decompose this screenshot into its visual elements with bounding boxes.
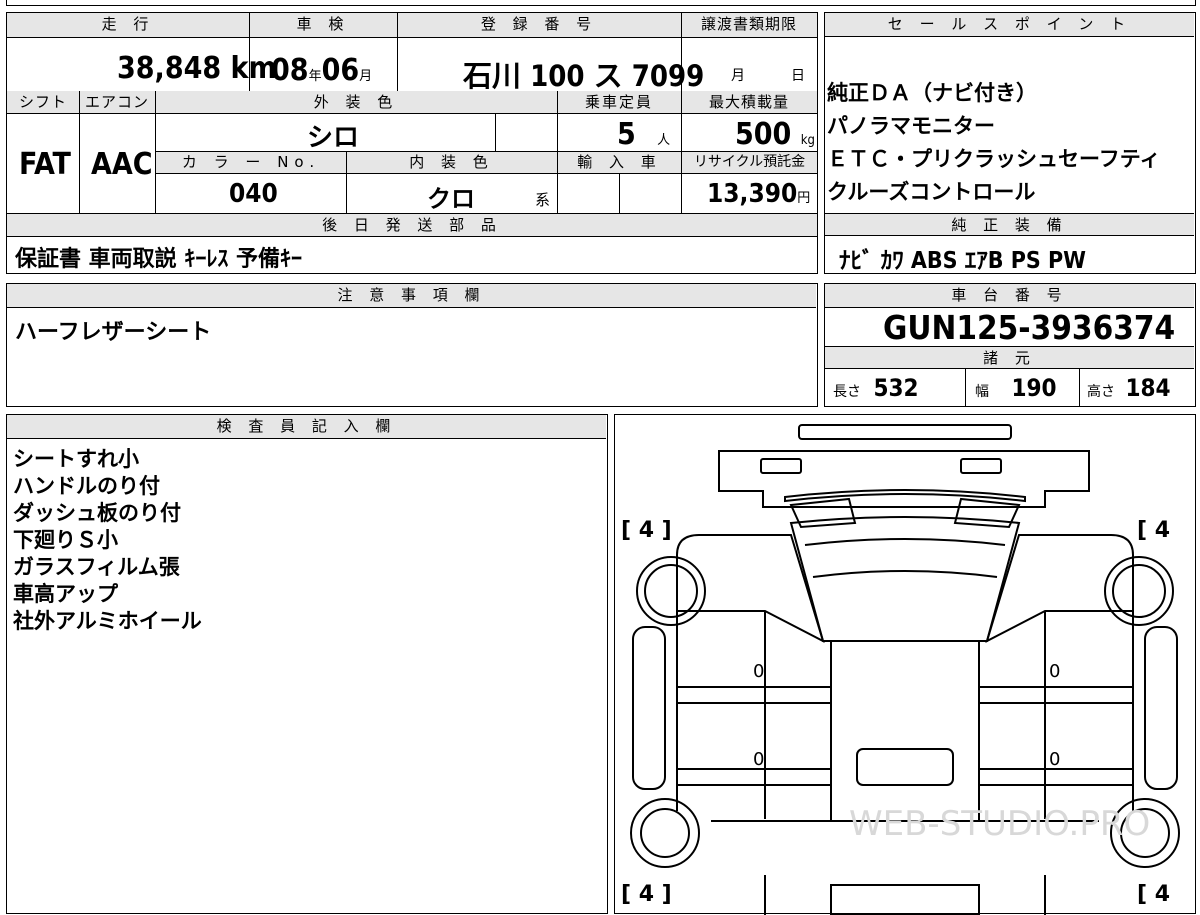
mileage-value: 38,848 — [117, 51, 222, 86]
inspector-note: ダッシュ板のり付 — [13, 501, 181, 525]
panel-mark: 0 — [1049, 749, 1060, 770]
tire-mark-br: [ 4 — [1137, 882, 1170, 907]
later-parts-value: 保証書 車両取説 ｷｰﾚｽ 予備ｷｰ — [15, 247, 302, 272]
vehicle-diagram-box: [ 4 ] [ 4 [ 4 ] [ 4 0 0 0 0 WEB-STUDIO.P… — [614, 414, 1196, 915]
vehicle-info-table: 走 行 車 検 登 録 番 号 譲渡書類期限 38,848 km 08年06月 … — [6, 12, 818, 274]
width-value: 190 — [1011, 374, 1057, 402]
inspector-note: 社外アルミホイール — [13, 609, 202, 633]
inspector-note: ガラスフィルム張 — [13, 555, 180, 579]
width-label: 幅 — [975, 384, 989, 400]
sales-point-line: ＥＴＣ・プリクラッシュセーフティ — [827, 147, 1161, 171]
recycle-unit: 円 — [797, 191, 811, 206]
equipment-value: ﾅﾋﾞ ｶﾜ ABS ｴｱB PS PW — [839, 248, 1087, 274]
inspector-note: 車高アップ — [13, 582, 118, 606]
interior-value: クロ — [427, 185, 475, 213]
registration-value: 石川 100 ス 7099 — [463, 59, 705, 93]
notes-value: ハーフレザーシート — [15, 320, 212, 345]
inspection-label: 車 検 — [249, 13, 397, 37]
top-strip-remnant — [6, 0, 1196, 6]
color-no-label: カ ラ ー No. — [156, 152, 346, 173]
tire-mark-tr: [ 4 — [1137, 518, 1170, 543]
capacity-value: 5 — [617, 117, 636, 152]
inspector-note: 下廻りＳ小 — [13, 528, 118, 552]
chassis-number: GUN125-3936374 — [883, 308, 1176, 347]
transfer-label: 譲渡書類期限 — [681, 13, 817, 37]
transfer-day: 日 — [791, 68, 805, 84]
inspector-label: 検 査 員 記 入 欄 — [7, 415, 606, 439]
load-label: 最大積載量 — [681, 91, 817, 113]
month-unit: 月 — [359, 69, 373, 84]
chassis-box: 車 台 番 号 GUN125-3936374 諸 元 長さ 532 幅 190 … — [824, 283, 1196, 407]
inspector-note: ハンドルのり付 — [13, 474, 160, 498]
aircon-value: AAC — [91, 147, 153, 182]
mileage-label: 走 行 — [7, 13, 249, 37]
height-value: 184 — [1125, 374, 1171, 402]
transfer-month: 月 — [731, 68, 745, 84]
interior-label: 内 装 色 — [346, 152, 557, 173]
sales-point-line: クルーズコントロール — [827, 180, 1036, 204]
color-no-value: 040 — [229, 179, 278, 209]
sales-point-line: 純正ＤＡ（ナビ付き） — [827, 81, 1037, 105]
import-label: 輸 入 車 — [558, 152, 681, 173]
inspection-year: 08 — [271, 53, 309, 88]
sales-point-line: パノラマモニター — [827, 114, 995, 138]
sales-point-list: 純正ＤＡ（ナビ付き） パノラマモニター ＥＴＣ・プリクラッシュセーフティ クルー… — [827, 77, 1160, 209]
load-unit: kg — [800, 133, 815, 148]
tire-mark-tl: [ 4 ] — [621, 518, 672, 543]
tire-mark-bl: [ 4 ] — [621, 882, 672, 907]
year-unit: 年 — [308, 69, 322, 84]
length-value: 532 — [873, 374, 919, 402]
panel-mark: 0 — [753, 661, 764, 682]
shift-value: FAT — [19, 147, 71, 182]
capacity-unit: 人 — [657, 133, 671, 148]
exterior-value: シロ — [307, 123, 360, 153]
exterior-label: 外 装 色 — [155, 91, 557, 113]
mileage-unit: km — [230, 51, 277, 86]
sales-point-box: セ ー ル ス ポ イ ン ト 純正ＤＡ（ナビ付き） パノラマモニター ＥＴＣ・… — [824, 12, 1196, 274]
shift-label: シフト — [7, 91, 79, 113]
notes-box: 注 意 事 項 欄 ハーフレザーシート — [6, 283, 818, 407]
equipment-label: 純 正 装 備 — [825, 214, 1194, 236]
vehicle-damage-diagram: [ 4 ] [ 4 [ 4 ] [ 4 0 0 0 0 WEB-STUDIO.P… — [621, 424, 1180, 915]
panel-mark: 0 — [753, 749, 764, 770]
inspection-month: 06 — [321, 53, 360, 88]
inspector-box: 検 査 員 記 入 欄 シートすれ小 ハンドルのり付 ダッシュ板のり付 下廻りＳ… — [6, 414, 608, 914]
chassis-label: 車 台 番 号 — [825, 284, 1194, 308]
later-parts-label: 後 日 発 送 部 品 — [7, 214, 817, 236]
inspector-notes-list: シートすれ小 ハンドルのり付 ダッシュ板のり付 下廻りＳ小 ガラスフィルム張 車… — [13, 443, 202, 633]
capacity-label: 乗車定員 — [557, 91, 681, 113]
spec-label: 諸 元 — [825, 347, 1194, 369]
sales-point-label: セ ー ル ス ポ イ ン ト — [825, 13, 1194, 37]
inspector-note: シートすれ小 — [13, 447, 139, 471]
recycle-value: 13,390 — [707, 179, 798, 209]
length-label: 長さ — [833, 384, 861, 400]
recycle-label: リサイクル預託金 — [682, 152, 817, 173]
aircon-label: エアコン — [79, 91, 155, 113]
watermark: WEB-STUDIO.PRO — [849, 804, 1150, 844]
height-label: 高さ — [1087, 384, 1115, 400]
load-value: 500 — [735, 117, 792, 152]
notes-label: 注 意 事 項 欄 — [7, 284, 816, 308]
registration-label: 登 録 番 号 — [397, 13, 681, 37]
interior-suffix: 系 — [535, 191, 551, 209]
panel-mark: 0 — [1049, 661, 1060, 682]
